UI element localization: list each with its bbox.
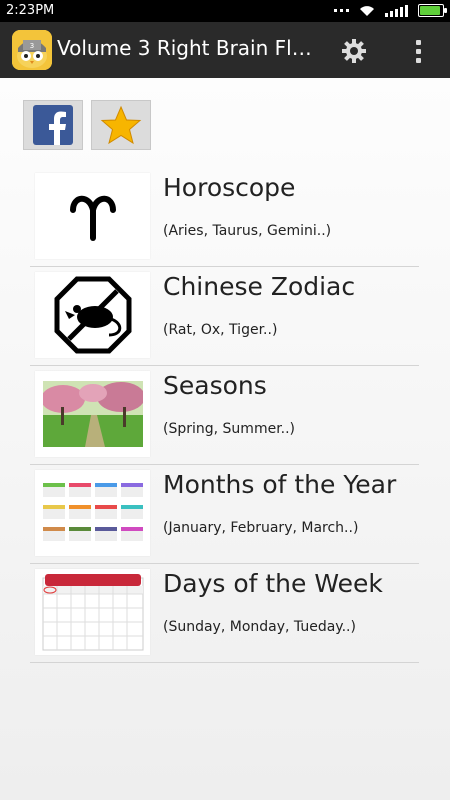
status-bar: 2:23PM [0, 0, 450, 22]
category-list: Horoscope (Aries, Taurus, Gemini..) Chin… [30, 168, 419, 663]
app-owl-icon[interactable]: 3 [12, 30, 52, 70]
overflow-menu-button[interactable] [404, 34, 432, 68]
settings-button[interactable] [337, 34, 371, 68]
item-title: Seasons [163, 371, 267, 400]
svg-text:3: 3 [30, 42, 34, 50]
favorite-button[interactable] [91, 100, 151, 150]
item-subtitle: (Aries, Taurus, Gemini..) [163, 223, 332, 239]
item-title: Horoscope [163, 173, 296, 202]
star-icon [100, 105, 142, 145]
item-subtitle: (Rat, Ox, Tiger..) [163, 322, 278, 338]
seasons-thumbnail [35, 371, 150, 457]
item-subtitle: (January, February, March..) [163, 520, 359, 536]
facebook-button[interactable] [23, 100, 83, 150]
item-title: Chinese Zodiac [163, 272, 356, 301]
list-item-horoscope[interactable]: Horoscope (Aries, Taurus, Gemini..) [30, 168, 419, 267]
month-calendars-icon [42, 483, 143, 541]
spring-park-icon [42, 381, 143, 447]
app-title: Volume 3 Right Brain Flas... [57, 36, 319, 60]
list-item-seasons[interactable]: Seasons (Spring, Summer..) [30, 366, 419, 465]
signal-icon [385, 4, 408, 17]
aries-thumbnail [35, 173, 150, 259]
rat-octagon-icon [54, 276, 131, 354]
status-time: 2:23PM [6, 3, 55, 18]
list-item-chinese-zodiac[interactable]: Chinese Zodiac (Rat, Ox, Tiger..) [30, 267, 419, 366]
action-bar: 3 Volume 3 Right Brain Flas... [0, 22, 450, 78]
gear-icon [342, 39, 366, 63]
list-item-months[interactable]: Months of the Year (January, February, M… [30, 465, 419, 564]
battery-icon [418, 4, 447, 17]
item-subtitle: (Spring, Summer..) [163, 421, 296, 437]
months-thumbnail [35, 470, 150, 556]
list-item-days[interactable]: Days of the Week (Sunday, Monday, Tueday… [30, 564, 419, 663]
main-content: Horoscope (Aries, Taurus, Gemini..) Chin… [0, 78, 450, 800]
notification-dots-icon [334, 9, 349, 12]
rat-thumbnail [35, 272, 150, 358]
days-thumbnail [35, 569, 150, 655]
item-title: Months of the Year [163, 470, 397, 499]
item-subtitle: (Sunday, Monday, Tueday..) [163, 619, 356, 635]
aries-icon [69, 195, 116, 241]
week-calendar-icon [42, 574, 143, 651]
facebook-icon [33, 105, 73, 145]
wifi-icon [360, 5, 374, 16]
item-title: Days of the Week [163, 569, 383, 598]
